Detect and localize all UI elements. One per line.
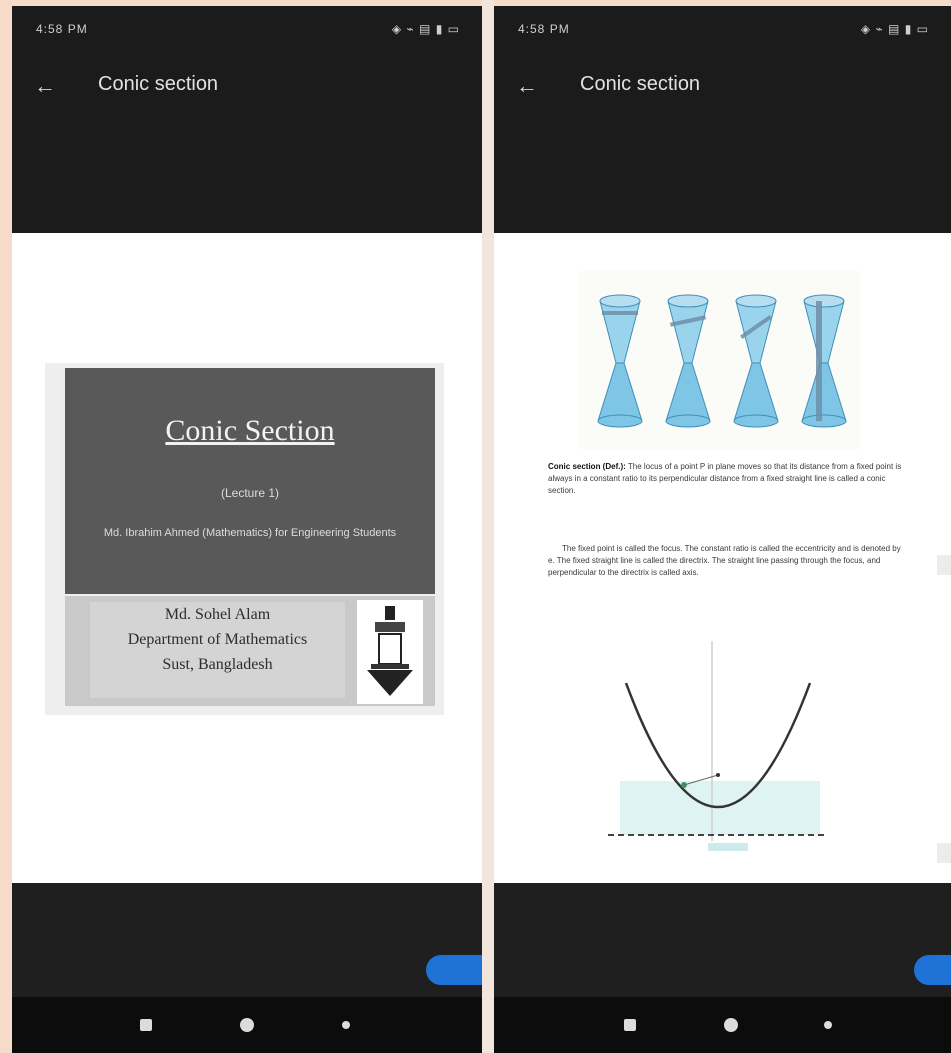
app-bar: ← Conic section xyxy=(494,61,951,111)
home-icon[interactable] xyxy=(724,1018,738,1032)
bottom-bar xyxy=(12,883,482,1053)
slide-description: Md. Ibrahim Ahmed (Mathematics) for Engi… xyxy=(103,527,397,539)
back-nav-icon[interactable] xyxy=(342,1021,350,1029)
page-edge-marker xyxy=(937,843,951,863)
title-slide: Conic Section (Lecture 1) Md. Ibrahim Ah… xyxy=(45,363,444,715)
page-edge-marker xyxy=(937,555,951,575)
slide-header: Conic Section (Lecture 1) Md. Ibrahim Ah… xyxy=(65,368,435,594)
author-university: Sust, Bangladesh xyxy=(162,656,273,673)
status-time: 4:58 PM xyxy=(518,22,570,36)
home-icon[interactable] xyxy=(240,1018,254,1032)
back-arrow-icon[interactable]: ← xyxy=(32,73,58,99)
status-time: 4:58 PM xyxy=(36,22,88,36)
back-arrow-icon[interactable]: ← xyxy=(514,73,540,99)
document-page: Conic section (Def.): The locus of a poi… xyxy=(494,233,951,883)
definition-paragraph: Conic section (Def.): The locus of a poi… xyxy=(548,461,904,497)
back-nav-icon[interactable] xyxy=(824,1021,832,1029)
phone-screen-right: 4:58 PM ◈ ⌁ ▤ ▮ ▭ ← Conic section Conic … xyxy=(494,6,951,1053)
action-button[interactable] xyxy=(914,955,951,985)
status-bar: 4:58 PM ◈ ⌁ ▤ ▮ ▭ xyxy=(12,6,482,46)
top-app-area: 4:58 PM ◈ ⌁ ▤ ▮ ▭ ← Conic section xyxy=(12,6,482,233)
slide-subtitle: (Lecture 1) xyxy=(220,486,280,500)
page-title: Conic section xyxy=(580,73,701,95)
recent-apps-icon[interactable] xyxy=(624,1019,636,1031)
status-icons: ◈ ⌁ ▤ ▮ ▭ xyxy=(860,22,929,36)
author-department: Department of Mathematics xyxy=(127,631,308,648)
slide-footer: Md. Sohel Alam Department of Mathematics… xyxy=(65,596,435,706)
recent-apps-icon[interactable] xyxy=(140,1019,152,1031)
slide-title: Conic Section xyxy=(165,414,335,447)
action-button[interactable] xyxy=(426,955,482,985)
definition-lead: Conic section (Def.): xyxy=(548,462,626,471)
double-cones-figure xyxy=(578,271,860,449)
focus-text: The fixed point is called the focus. The… xyxy=(548,544,901,577)
status-icons: ◈ ⌁ ▤ ▮ ▭ xyxy=(391,22,460,36)
focus-paragraph: The fixed point is called the focus. The… xyxy=(548,543,904,579)
bottom-bar xyxy=(494,883,951,1053)
phone-screen-left: 4:58 PM ◈ ⌁ ▤ ▮ ▭ ← Conic section Conic … xyxy=(12,6,482,1053)
author-name: Md. Sohel Alam xyxy=(164,606,271,623)
app-bar: ← Conic section xyxy=(12,61,482,111)
screen-divider xyxy=(482,0,494,1053)
author-block: Md. Sohel Alam Department of Mathematics… xyxy=(90,602,345,698)
system-nav-bar xyxy=(494,997,951,1053)
university-logo xyxy=(357,600,423,704)
top-app-area: 4:58 PM ◈ ⌁ ▤ ▮ ▭ ← Conic section xyxy=(494,6,951,233)
page-title: Conic section xyxy=(98,73,219,95)
status-bar: 4:58 PM ◈ ⌁ ▤ ▮ ▭ xyxy=(494,6,951,46)
system-nav-bar xyxy=(12,997,482,1053)
parabola-graph xyxy=(600,631,832,863)
